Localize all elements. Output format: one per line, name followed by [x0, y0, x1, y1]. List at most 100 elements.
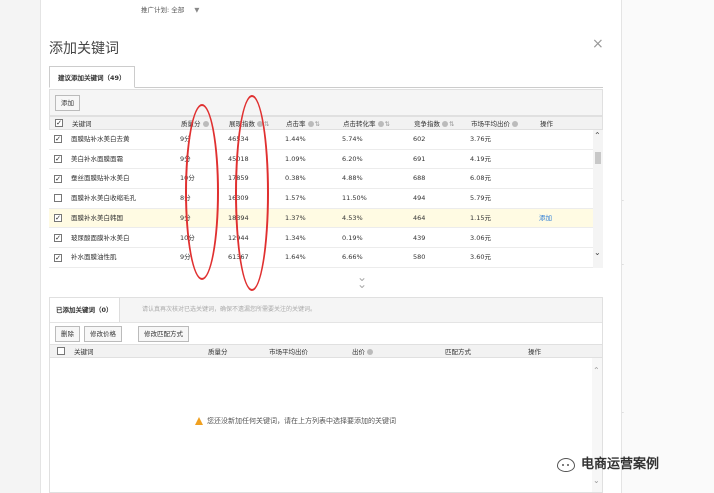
page-backdrop-left	[0, 0, 40, 493]
cell-competition: 688	[413, 174, 426, 183]
cell-ctr: 1.09%	[285, 154, 306, 163]
close-icon[interactable]: ×	[592, 36, 604, 52]
col-action-label: 操作	[540, 120, 553, 128]
double-chevron-down-icon[interactable]: ⌄ ⌄	[357, 271, 367, 290]
scroll-down-icon[interactable]: ⌄	[593, 476, 600, 485]
added-col-quality: 质量分	[208, 348, 228, 356]
table-row[interactable]: ✓ 玻尿酸面膜补水美白 10分 12944 1.34% 0.19% 439 3.06元	[49, 228, 593, 249]
help-icon[interactable]	[307, 121, 314, 127]
cell-action-add-link	[539, 229, 579, 248]
row-checkbox[interactable]: ✓	[54, 214, 62, 223]
cell-competition: 464	[413, 213, 426, 222]
cell-ctr: 1.57%	[285, 194, 306, 203]
cell-cvr: 4.88%	[342, 174, 363, 183]
help-icon[interactable]	[442, 121, 448, 127]
table-row[interactable]: ✓ 蚕丝面膜贴补水美白 10分 17859 0.38% 4.88% 688 6.08元	[49, 169, 593, 190]
cell-cvr: 6.20%	[342, 154, 363, 163]
added-select-all-checkbox[interactable]	[57, 347, 65, 355]
added-table-header: 关键词 质量分 市场平均出价 出价 匹配方式 操作	[50, 344, 602, 358]
col-competition-label: 竞争指数	[414, 120, 440, 128]
cell-action-add-link[interactable]: 添加	[539, 209, 579, 228]
cell-keyword: 面膜贴补水美白去黄	[71, 135, 130, 143]
sort-icon[interactable]: ⇅	[315, 120, 320, 128]
col-ctr-label: 点击率	[286, 120, 306, 128]
add-button[interactable]: 添加	[55, 95, 80, 111]
select-all-cell[interactable]: ✓	[55, 117, 67, 129]
cell-ctr: 1.64%	[285, 253, 306, 262]
cell-cvr: 5.74%	[342, 135, 363, 143]
cell-avg-bid: 3.60元	[470, 253, 491, 262]
table-row[interactable]: 面膜补水美白收缩毛孔 8分 16309 1.57% 11.50% 494 5.79元	[49, 189, 593, 209]
dialog-title: 添加关键词	[49, 41, 119, 57]
row-select-cell[interactable]: ✓	[54, 150, 66, 169]
cell-competition: 691	[413, 154, 426, 163]
table-row[interactable]: ✓ 面膜贴补水美白去黄 9分 46534 1.44% 5.74% 602 3.76元	[49, 130, 593, 150]
row-select-cell[interactable]: ✓	[54, 130, 66, 149]
cell-action-add-link	[539, 189, 579, 208]
annotation-circle-quality	[185, 104, 219, 280]
tab-added-keywords[interactable]: 已添加关键词（0）	[50, 298, 120, 322]
cell-avg-bid: 3.06元	[470, 233, 491, 242]
col-ctr[interactable]: 点击率 ⇅	[286, 117, 341, 129]
scroll-up-icon[interactable]: ⌃	[594, 131, 601, 140]
sort-icon[interactable]: ⇅	[264, 120, 269, 128]
suggest-scrollbar[interactable]: ⌃ ⌄	[593, 130, 603, 268]
row-select-cell[interactable]: ✓	[54, 229, 66, 248]
cell-avg-bid: 4.19元	[470, 154, 491, 163]
cell-cvr: 4.53%	[342, 213, 363, 222]
tab-suggested-keywords[interactable]: 建议添加关键词（49）	[49, 66, 135, 88]
col-cvr[interactable]: 点击转化率 ⇅	[343, 117, 413, 129]
added-table-body: 您还没新加任何关键词，请在上方列表中选择要添加的关键词 ⌃ ⌄	[50, 358, 602, 492]
added-hint: 请认真再次核对已选关键词，确保不遗漏您所需要关注的关键词。	[142, 306, 317, 313]
cell-avg-bid: 5.79元	[470, 194, 491, 203]
row-select-cell[interactable]	[54, 189, 66, 208]
scroll-up-icon[interactable]: ⌃	[593, 366, 600, 375]
cell-keyword: 面膜补水美白收缩毛孔	[71, 194, 136, 203]
cell-action-add-link	[539, 150, 579, 169]
scroll-thumb[interactable]	[595, 152, 601, 164]
row-checkbox[interactable]: ✓	[54, 155, 62, 164]
cell-competition: 580	[413, 253, 426, 262]
col-avg-bid[interactable]: 市场平均出价	[471, 117, 537, 129]
help-icon[interactable]	[367, 349, 373, 355]
col-competition[interactable]: 竞争指数 ⇅	[414, 117, 470, 129]
plan-filter[interactable]: 推广计划: 全部 ▼	[141, 4, 199, 14]
row-select-cell[interactable]: ✓	[54, 209, 66, 228]
col-keyword[interactable]: 关键词	[72, 117, 172, 129]
plan-filter-value: 全部	[171, 6, 185, 14]
table-row[interactable]: ✓ 补水面膜油性肌 9分 61367 1.64% 6.66% 580 3.60元	[49, 248, 593, 268]
help-icon[interactable]	[512, 121, 518, 127]
edit-price-button[interactable]: 修改价格	[84, 326, 122, 342]
added-col-action: 操作	[528, 348, 541, 356]
background-mark: ·	[622, 410, 624, 417]
row-checkbox[interactable]: ✓	[54, 233, 62, 242]
edit-match-button[interactable]: 修改匹配方式	[138, 326, 189, 342]
watermark-text: 电商运营案例	[581, 457, 660, 472]
table-row[interactable]: ✓ 美白补水面膜面霜 9分 45018 1.09% 6.20% 691 4.19元	[49, 149, 593, 170]
row-select-cell[interactable]: ✓	[54, 169, 66, 188]
row-select-cell[interactable]: ✓	[54, 248, 66, 267]
chevron-down-icon[interactable]: ▼	[194, 6, 199, 14]
row-checkbox[interactable]: ✓	[54, 174, 62, 183]
row-checkbox[interactable]	[54, 194, 62, 203]
row-checkbox[interactable]: ✓	[54, 253, 62, 262]
sort-icon[interactable]: ⇅	[385, 120, 390, 128]
empty-state: 您还没新加任何关键词，请在上方列表中选择要添加的关键词	[195, 416, 396, 426]
scroll-down-icon[interactable]: ⌄	[594, 248, 601, 257]
suggest-table-body: ✓ 面膜贴补水美白去黄 9分 46534 1.44% 5.74% 602 3.76元 ✓ 美白补水…	[49, 130, 593, 268]
cell-action-add-link	[539, 130, 579, 149]
col-cvr-label: 点击转化率	[343, 120, 376, 128]
cell-action-add-link	[539, 169, 579, 188]
suggest-tab-bar: 建议添加关键词（49）	[49, 66, 603, 88]
watermark: 电商运营案例	[557, 453, 659, 472]
sort-icon[interactable]: ⇅	[449, 120, 454, 128]
delete-button[interactable]: 删除	[55, 326, 80, 342]
added-col-bid-label: 出价	[352, 348, 365, 356]
select-all-checkbox[interactable]: ✓	[55, 119, 63, 127]
suggest-toolbar: 添加	[49, 89, 603, 116]
table-row[interactable]: ✓ 面膜补水美白韩国 9分 18394 1.37% 4.53% 464 1.15元 添加	[49, 208, 593, 229]
row-checkbox[interactable]: ✓	[54, 135, 62, 144]
added-col-keyword: 关键词	[74, 348, 94, 356]
help-icon[interactable]	[377, 121, 384, 127]
added-select-all-cell[interactable]	[57, 345, 69, 357]
